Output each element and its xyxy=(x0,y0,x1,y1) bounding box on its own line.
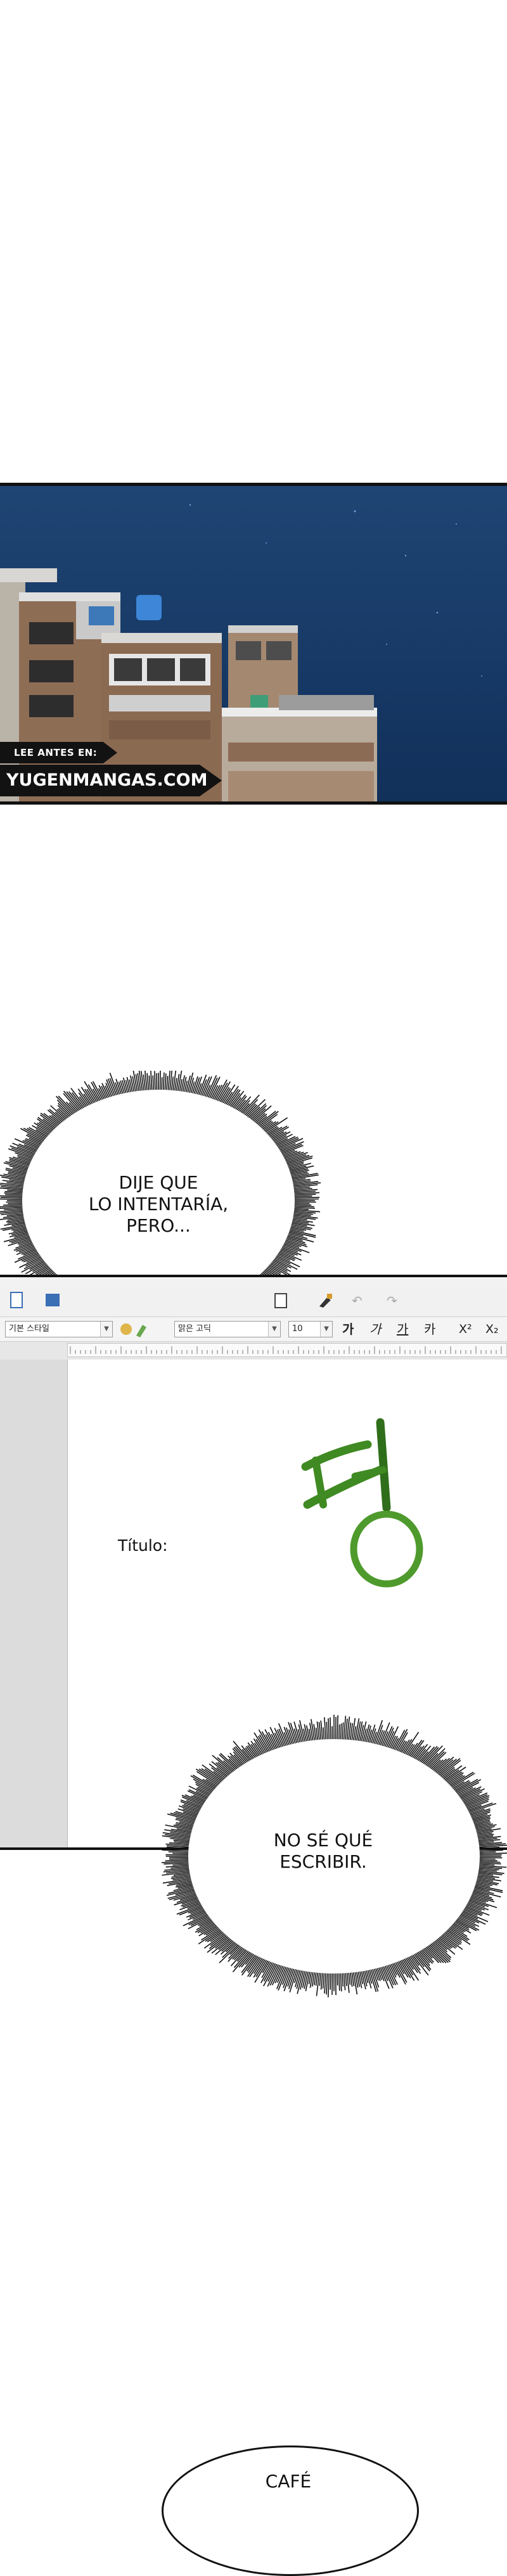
paste-icon[interactable] xyxy=(273,1291,292,1315)
chevron-down-icon: ▼ xyxy=(100,1322,112,1337)
bubble-1-text: DIJE QUE LO INTENTARÍA, PERO... xyxy=(54,1172,263,1237)
style-select-value: 기본 스타일 xyxy=(9,1324,49,1334)
underline-button[interactable]: 가 xyxy=(397,1320,408,1339)
document-title-label: Título: xyxy=(118,1536,168,1555)
chevron-down-icon: ▼ xyxy=(268,1322,280,1337)
format-toolbar: 기본 스타일 ▼ 맑은 고딕 ▼ 10 ▼ 가 가 가 카 X² X₂ xyxy=(0,1317,507,1342)
style-select[interactable]: 기본 스타일 ▼ xyxy=(5,1321,113,1337)
speech-bubble-3 xyxy=(162,2445,419,2576)
save-icon[interactable] xyxy=(44,1291,61,1315)
redo-icon[interactable]: ↷ xyxy=(387,1291,397,1310)
watermark-site-banner: YUGENMANGAS.COM xyxy=(0,765,222,796)
hangul-logo xyxy=(298,1410,444,1593)
undo-icon[interactable]: ↶ xyxy=(352,1291,363,1310)
bold-button[interactable]: 가 xyxy=(342,1320,354,1339)
night-city-panel: LEE ANTES EN: YUGENMANGAS.COM xyxy=(0,483,507,805)
horizontal-ruler[interactable] xyxy=(67,1343,507,1357)
bubble-2-line: ESCRIBIR. xyxy=(231,1851,415,1873)
subscript-button[interactable]: X₂ xyxy=(485,1320,499,1339)
bubble-1-line: LO INTENTARÍA, xyxy=(54,1194,263,1215)
new-document-icon[interactable] xyxy=(9,1291,25,1315)
bubble-2-text: NO SÉ QUÉ ESCRIBIR. xyxy=(231,1830,415,1873)
watermark-small-banner: LEE ANTES EN: xyxy=(0,742,117,763)
menu-strip xyxy=(0,1277,507,1287)
style-edit-icon[interactable] xyxy=(117,1320,149,1344)
main-toolbar: ↶ ↷ xyxy=(0,1287,507,1317)
bubble-3-text: CAFÉ xyxy=(241,2471,336,2492)
superscript-button[interactable]: X² xyxy=(459,1320,472,1339)
font-size-value: 10 xyxy=(292,1324,303,1334)
chevron-down-icon: ▼ xyxy=(320,1322,332,1337)
bubble-1-line: PERO... xyxy=(54,1215,263,1237)
bubble-1-line: DIJE QUE xyxy=(54,1172,263,1194)
strikethrough-button[interactable]: 카 xyxy=(424,1320,435,1339)
bubble-2-line: NO SÉ QUÉ xyxy=(231,1830,415,1851)
font-select-value: 맑은 고딕 xyxy=(178,1324,211,1334)
italic-button[interactable]: 가 xyxy=(369,1320,381,1339)
font-select[interactable]: 맑은 고딕 ▼ xyxy=(174,1321,281,1337)
font-size-select[interactable]: 10 ▼ xyxy=(288,1321,333,1337)
format-brush-icon[interactable] xyxy=(316,1291,335,1315)
